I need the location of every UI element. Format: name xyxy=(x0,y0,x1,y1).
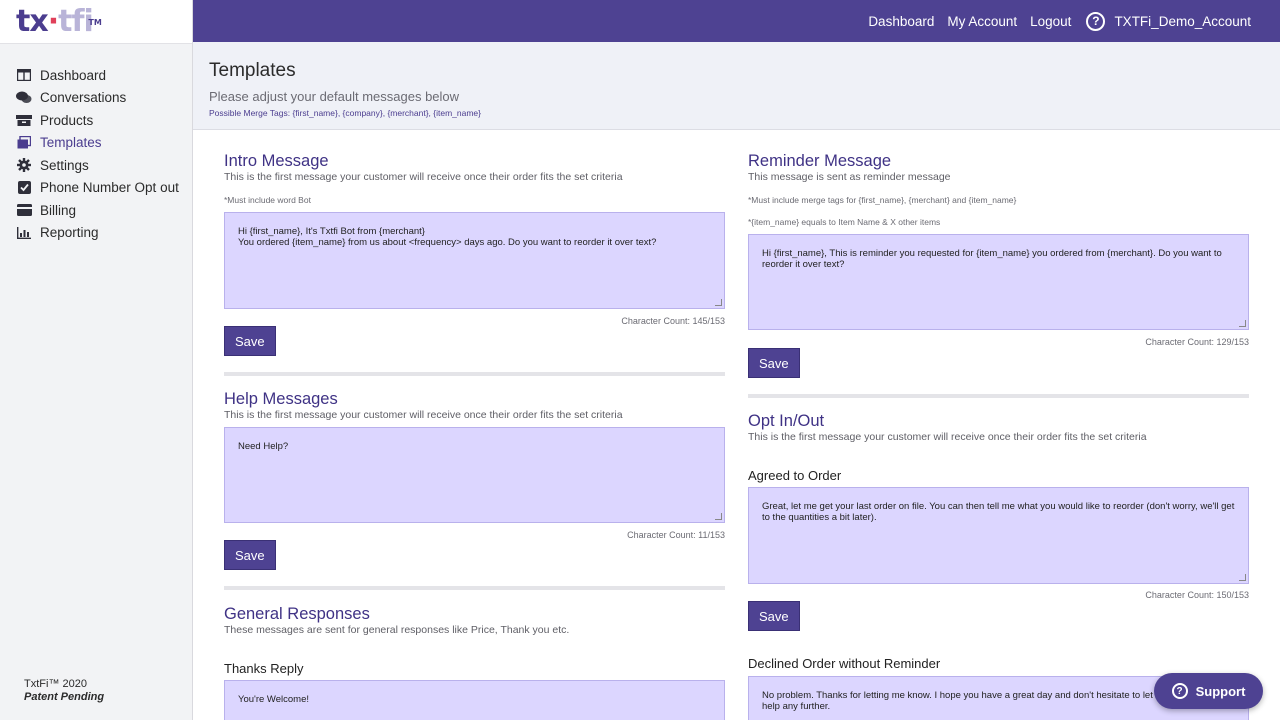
reminder-save-button[interactable]: Save xyxy=(748,348,800,378)
agreed-to-order-label: Agreed to Order xyxy=(748,468,842,483)
sidebar-item-dashboard[interactable]: Dashboard xyxy=(0,64,192,87)
sidebar-item-settings[interactable]: Settings xyxy=(0,154,192,177)
intro-note: *Must include word Bot xyxy=(224,195,311,205)
intro-description: This is the first message your customer … xyxy=(224,171,623,183)
general-section: General Responses These messages are sen… xyxy=(224,604,569,637)
declined-order-label: Declined Order without Reminder xyxy=(748,656,941,671)
products-icon xyxy=(16,113,32,127)
sidebar-item-conversations[interactable]: Conversations xyxy=(0,87,192,110)
sidebar-item-label: Billing xyxy=(40,202,77,218)
support-button[interactable]: ? Support xyxy=(1154,673,1263,709)
divider xyxy=(748,394,1249,398)
thanks-reply-textarea[interactable]: You're Welcome! xyxy=(224,680,725,720)
reminder-title: Reminder Message xyxy=(748,152,892,170)
checkbox-icon xyxy=(16,181,32,195)
help-title: Help Messages xyxy=(224,390,338,408)
agreed-character-count: Character Count: 150/153 xyxy=(1145,590,1249,600)
sidebar-item-billing[interactable]: Billing xyxy=(0,199,192,222)
intro-title: Intro Message xyxy=(224,152,329,170)
page-title: Templates xyxy=(209,60,296,81)
help-character-count: Character Count: 11/153 xyxy=(627,530,725,540)
sidebar-item-label: Conversations xyxy=(40,90,127,106)
reminder-character-count: Character Count: 129/153 xyxy=(1145,337,1249,347)
sidebar-item-reporting[interactable]: Reporting xyxy=(0,222,192,245)
sidebar-item-label: Reporting xyxy=(40,225,99,241)
reminder-message-textarea[interactable]: Hi {first_name}, This is reminder you re… xyxy=(748,234,1249,330)
chart-icon xyxy=(16,226,32,240)
help-section: Help Messages This is the first message … xyxy=(224,389,623,422)
thanks-reply-label: Thanks Reply xyxy=(224,661,304,676)
reminder-note-item-name: *{item_name} equals to Item Name & X oth… xyxy=(748,217,941,227)
optin-section: Opt In/Out This is the first message you… xyxy=(748,411,1147,444)
sidebar-item-templates[interactable]: Templates xyxy=(0,132,192,155)
sidebar-item-label: Dashboard xyxy=(40,67,107,83)
logo-area: tx·tfi TM xyxy=(0,0,192,44)
general-description: These messages are sent for general resp… xyxy=(224,624,570,636)
dashboard-icon xyxy=(16,68,32,82)
logo-t: t xyxy=(16,4,30,39)
merge-tags-hint: Possible Merge Tags: {first_name}, {comp… xyxy=(209,108,481,118)
sidebar-item-label: Products xyxy=(40,112,94,128)
help-description: This is the first message your customer … xyxy=(224,409,623,421)
billing-icon xyxy=(16,203,32,217)
reminder-note-merge-tags: *Must include merge tags for {first_name… xyxy=(748,195,1017,205)
logo-x: x xyxy=(29,4,48,39)
sidebar-item-phone-opt-out[interactable]: Phone Number Opt out xyxy=(0,177,192,200)
page-header: Templates Please adjust your default mes… xyxy=(193,42,1280,130)
help-icon[interactable]: ? xyxy=(1086,11,1106,31)
agreed-to-order-textarea[interactable]: Great, let me get your last order on fil… xyxy=(748,487,1249,584)
logo-tm: TM xyxy=(88,18,102,27)
intro-section: Intro Message This is the first message … xyxy=(224,151,623,184)
sidebar-item-label: Settings xyxy=(40,157,89,173)
nav-dashboard-link[interactable]: Dashboard xyxy=(868,14,934,29)
sidebar: tx·tfi TM Dashboard Conversations Product… xyxy=(0,0,193,720)
sidebar-item-products[interactable]: Products xyxy=(0,109,192,132)
divider xyxy=(224,586,725,590)
optin-title: Opt In/Out xyxy=(748,412,825,430)
sidebar-item-label: Templates xyxy=(40,135,102,151)
top-navbar: Dashboard My Account Logout ? TXTFi_Demo… xyxy=(193,0,1280,42)
help-icon: ? xyxy=(1171,683,1188,699)
conversations-icon xyxy=(16,91,32,105)
agreed-save-button[interactable]: Save xyxy=(748,601,800,631)
gear-icon xyxy=(16,158,32,173)
sidebar-item-label: Phone Number Opt out xyxy=(40,180,179,196)
page-subtitle: Please adjust your default messages belo… xyxy=(209,89,460,104)
copyright-text: TxtFi™ 2020 xyxy=(24,678,87,690)
intro-save-button[interactable]: Save xyxy=(224,326,276,356)
optin-description: This is the first message your customer … xyxy=(748,431,1147,443)
reminder-description: This message is sent as reminder message xyxy=(748,171,951,183)
support-label: Support xyxy=(1195,683,1246,699)
intro-character-count: Character Count: 145/153 xyxy=(621,316,725,326)
logo[interactable]: tx·tfi TM xyxy=(16,4,102,39)
patent-text: Patent Pending xyxy=(24,691,105,703)
general-title: General Responses xyxy=(224,605,370,623)
sidebar-nav: Dashboard Conversations Products Templat… xyxy=(0,44,192,244)
divider xyxy=(224,372,725,376)
logo-dot: · xyxy=(47,4,59,39)
account-name-link[interactable]: TXTFi_Demo_Account xyxy=(1114,14,1251,29)
templates-icon xyxy=(16,136,32,150)
intro-message-textarea[interactable]: Hi {first_name}, It's Txtfi Bot from {me… xyxy=(224,212,725,309)
nav-my-account-link[interactable]: My Account xyxy=(947,14,1017,29)
reminder-section: Reminder Message This message is sent as… xyxy=(748,151,951,184)
help-message-textarea[interactable]: Need Help? xyxy=(224,427,725,523)
sidebar-footer: TxtFi™ 2020 Patent Pending xyxy=(24,678,104,704)
help-save-button[interactable]: Save xyxy=(224,540,276,570)
nav-logout-link[interactable]: Logout xyxy=(1030,14,1071,29)
